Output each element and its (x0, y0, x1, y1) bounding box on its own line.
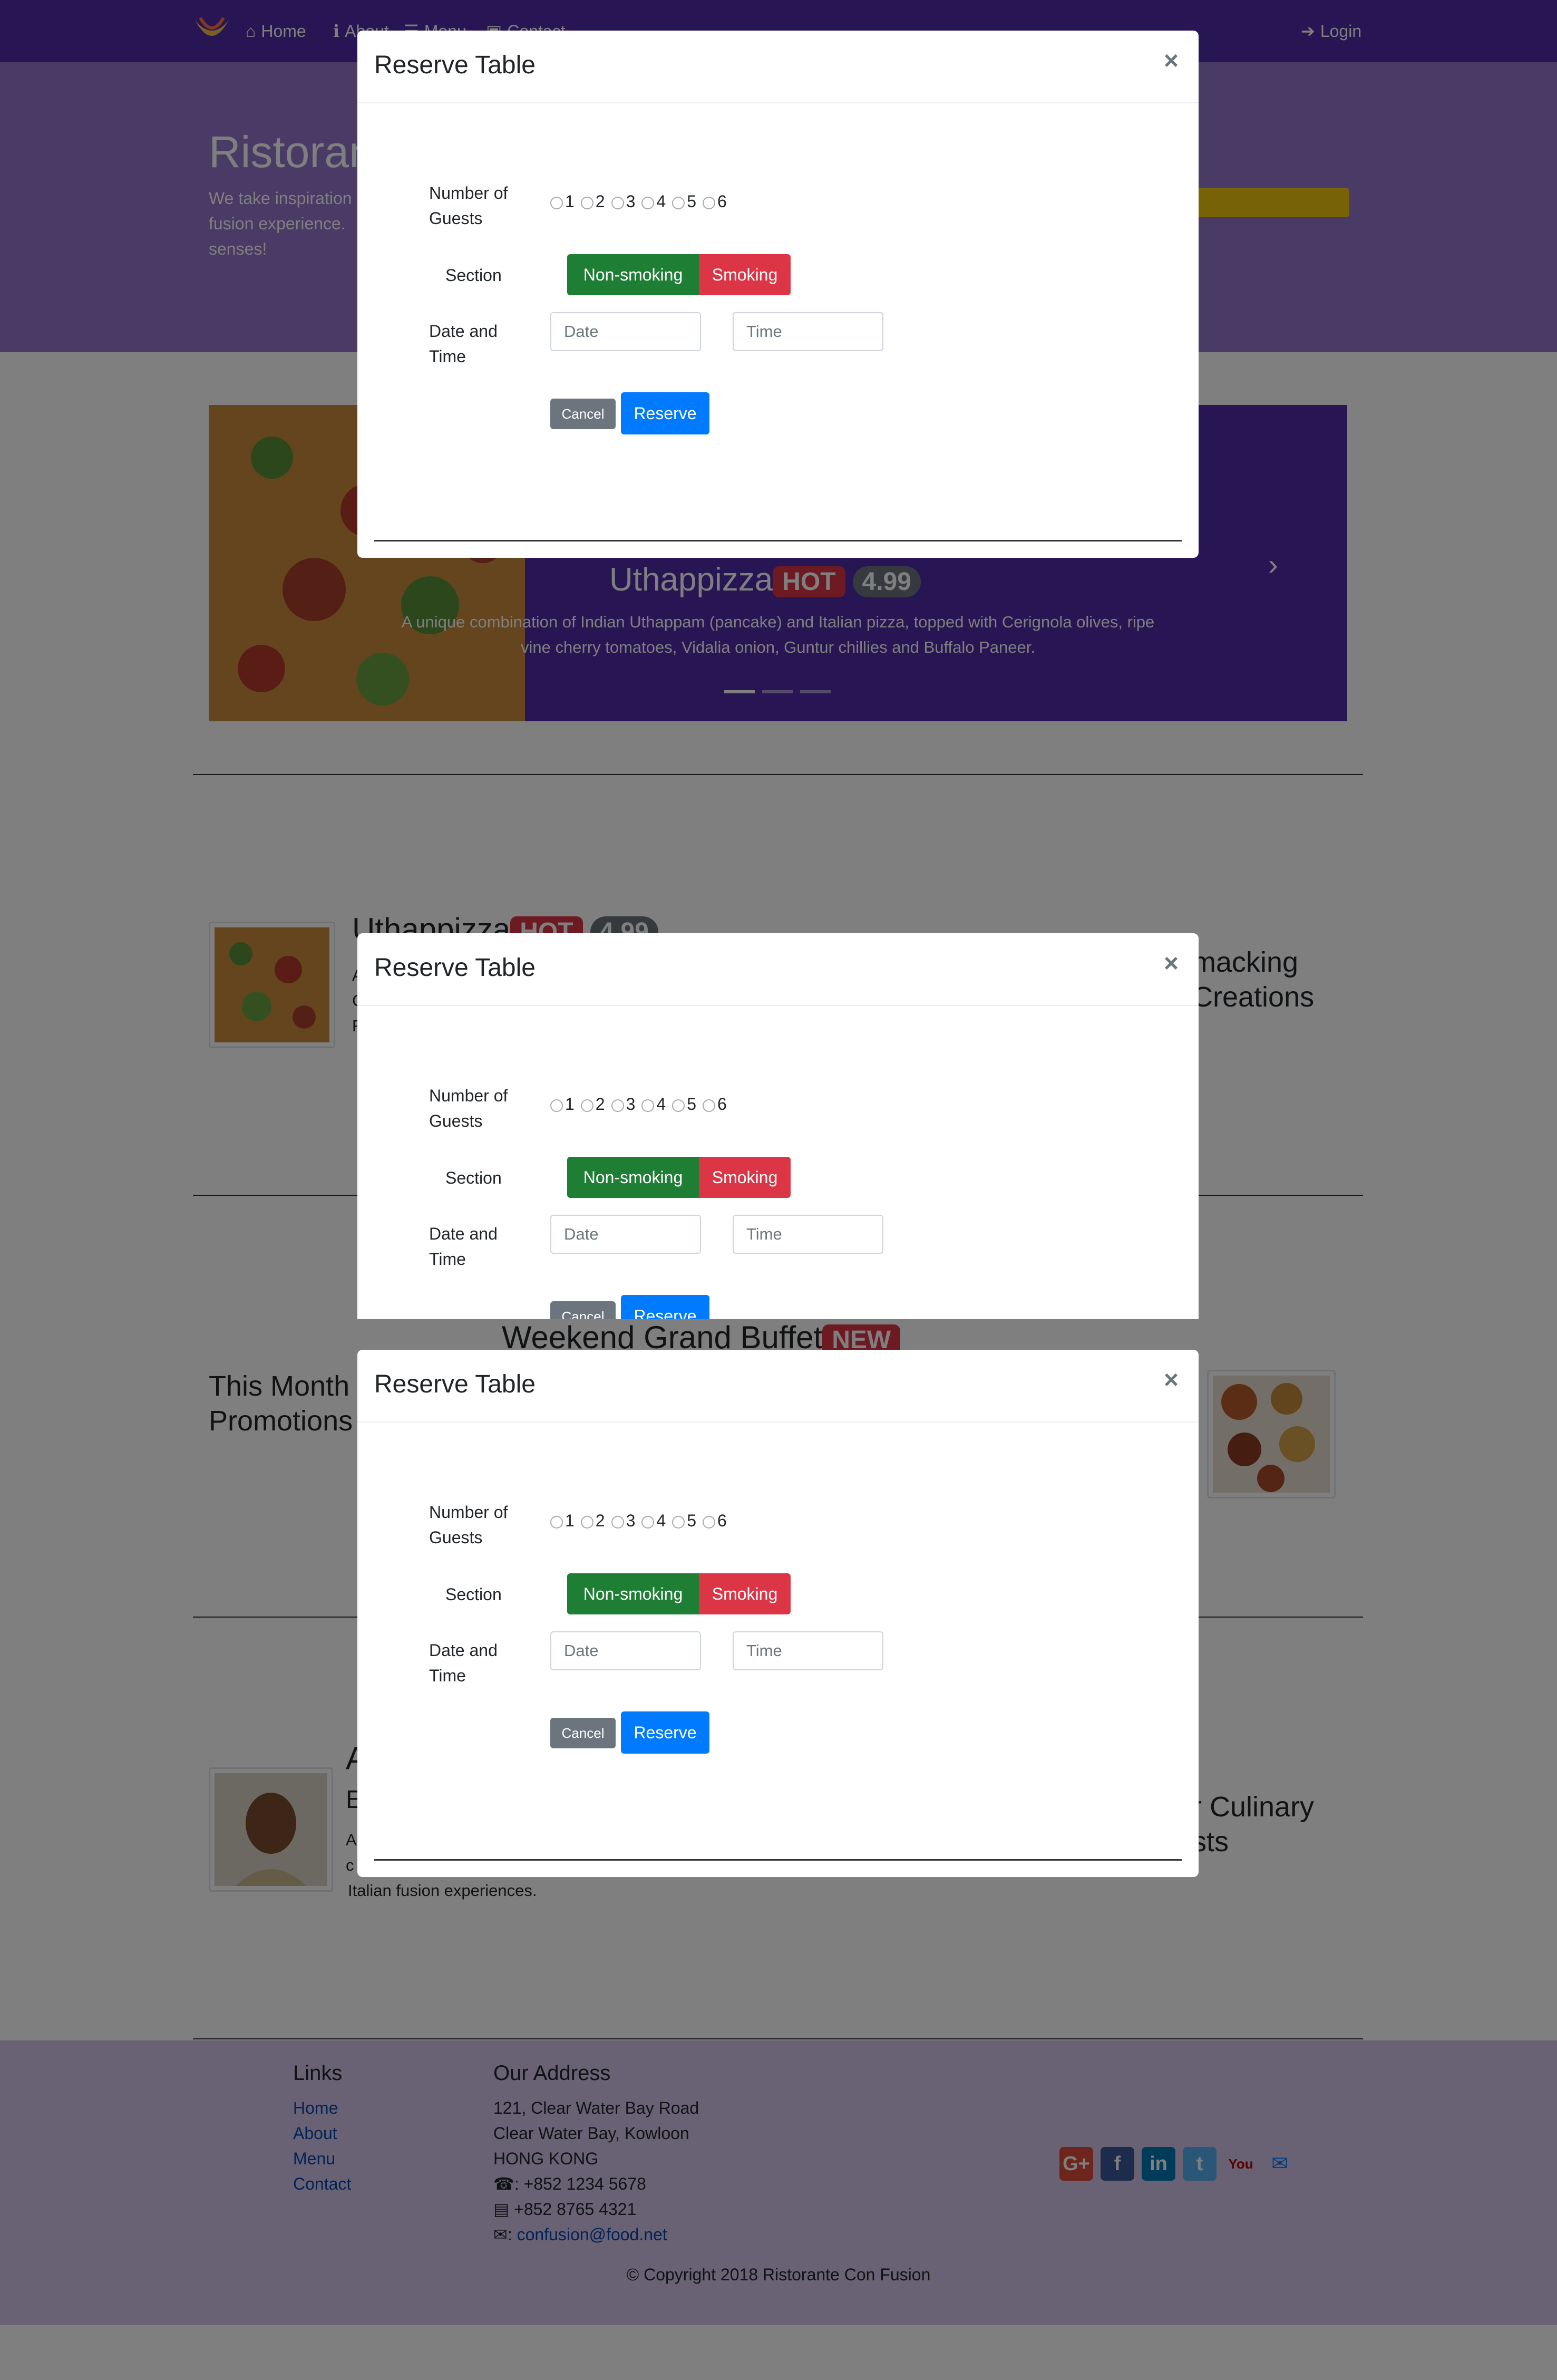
radio-icon[interactable] (580, 1099, 593, 1112)
guests-radio-group: 123456 (550, 192, 733, 211)
cancel-button[interactable]: Cancel (550, 399, 616, 429)
guests-option-6[interactable]: 6 (702, 1511, 727, 1531)
section-label: Section (445, 1585, 502, 1604)
radio-icon[interactable] (550, 1099, 563, 1112)
reserve-table-modal: Reserve Table × Number of Guests 123456 … (357, 31, 1199, 558)
date-input[interactable]: Date (550, 312, 701, 351)
radio-icon[interactable] (672, 1515, 685, 1528)
modal-title: Reserve Table (374, 954, 536, 982)
reserve-table-modal: Reserve Table × Number of Guests 123456 … (357, 933, 1199, 1319)
guests-radio-group: 123456 (550, 1095, 733, 1114)
radio-icon[interactable] (702, 1099, 715, 1112)
modal-header: Reserve Table × (357, 1350, 1199, 1423)
non-smoking-button[interactable]: Non-smoking (567, 1157, 699, 1198)
cancel-button[interactable]: Cancel (550, 1301, 616, 1319)
radio-icon[interactable] (672, 1099, 685, 1112)
guests-option-1[interactable]: 1 (550, 1511, 575, 1531)
smoking-button[interactable]: Smoking (699, 1573, 791, 1614)
guests-label: Number of Guests (429, 183, 508, 228)
guests-option-2[interactable]: 2 (580, 192, 605, 211)
section-label: Section (445, 266, 502, 285)
guests-option-4[interactable]: 4 (641, 1511, 666, 1531)
guests-option-3[interactable]: 3 (611, 1095, 635, 1114)
guests-option-4[interactable]: 4 (641, 1095, 666, 1114)
reserve-button[interactable]: Reserve (621, 1295, 709, 1319)
date-input[interactable]: Date (550, 1631, 701, 1670)
guests-option-5[interactable]: 5 (672, 192, 696, 211)
close-icon[interactable]: × (1164, 1366, 1179, 1395)
reserve-table-modal: Reserve Table × Number of Guests 123456 … (357, 1350, 1199, 1877)
non-smoking-button[interactable]: Non-smoking (567, 254, 699, 295)
radio-icon[interactable] (580, 1515, 593, 1528)
date-input[interactable]: Date (550, 1215, 701, 1254)
radio-icon[interactable] (611, 196, 624, 209)
cancel-button[interactable]: Cancel (550, 1718, 616, 1748)
guests-option-4[interactable]: 4 (641, 192, 666, 211)
radio-icon[interactable] (672, 196, 685, 209)
guests-option-6[interactable]: 6 (702, 192, 727, 211)
radio-icon[interactable] (702, 1515, 715, 1528)
reserve-button[interactable]: Reserve (621, 1711, 709, 1754)
radio-icon[interactable] (550, 1515, 563, 1528)
datetime-label: Date and Time (429, 1641, 498, 1685)
section-label: Section (445, 1168, 502, 1187)
radio-icon[interactable] (550, 196, 563, 209)
radio-icon[interactable] (702, 196, 715, 209)
guests-option-1[interactable]: 1 (550, 1095, 575, 1114)
smoking-button[interactable]: Smoking (699, 1157, 791, 1198)
guests-label: Number of Guests (429, 1503, 508, 1547)
guests-option-5[interactable]: 5 (672, 1511, 696, 1531)
guests-option-5[interactable]: 5 (672, 1095, 696, 1114)
radio-icon[interactable] (580, 196, 593, 209)
close-icon[interactable]: × (1164, 46, 1179, 75)
datetime-label: Date and Time (429, 1224, 498, 1269)
guests-option-2[interactable]: 2 (580, 1095, 605, 1114)
reserve-button[interactable]: Reserve (621, 392, 709, 434)
close-icon[interactable]: × (1164, 949, 1179, 978)
modal-divider (374, 540, 1182, 541)
guests-label: Number of Guests (429, 1086, 508, 1130)
guests-option-3[interactable]: 3 (611, 1511, 635, 1531)
guests-option-3[interactable]: 3 (611, 192, 635, 211)
radio-icon[interactable] (641, 1515, 655, 1528)
radio-icon[interactable] (641, 196, 655, 209)
modal-header: Reserve Table × (357, 31, 1199, 103)
radio-icon[interactable] (611, 1515, 624, 1528)
time-input[interactable]: Time (733, 1215, 883, 1254)
datetime-label: Date and Time (429, 322, 498, 366)
time-input[interactable]: Time (733, 312, 883, 351)
modal-title: Reserve Table (374, 1370, 536, 1398)
radio-icon[interactable] (611, 1099, 624, 1112)
radio-icon[interactable] (641, 1099, 655, 1112)
smoking-button[interactable]: Smoking (699, 254, 791, 295)
modal-header: Reserve Table × (357, 933, 1199, 1006)
non-smoking-button[interactable]: Non-smoking (567, 1573, 699, 1614)
guests-option-2[interactable]: 2 (580, 1511, 605, 1531)
modal-divider (374, 1859, 1182, 1861)
guests-option-1[interactable]: 1 (550, 192, 575, 211)
guests-option-6[interactable]: 6 (702, 1095, 727, 1114)
guests-radio-group: 123456 (550, 1511, 733, 1531)
modal-title: Reserve Table (374, 51, 536, 79)
time-input[interactable]: Time (733, 1631, 883, 1670)
